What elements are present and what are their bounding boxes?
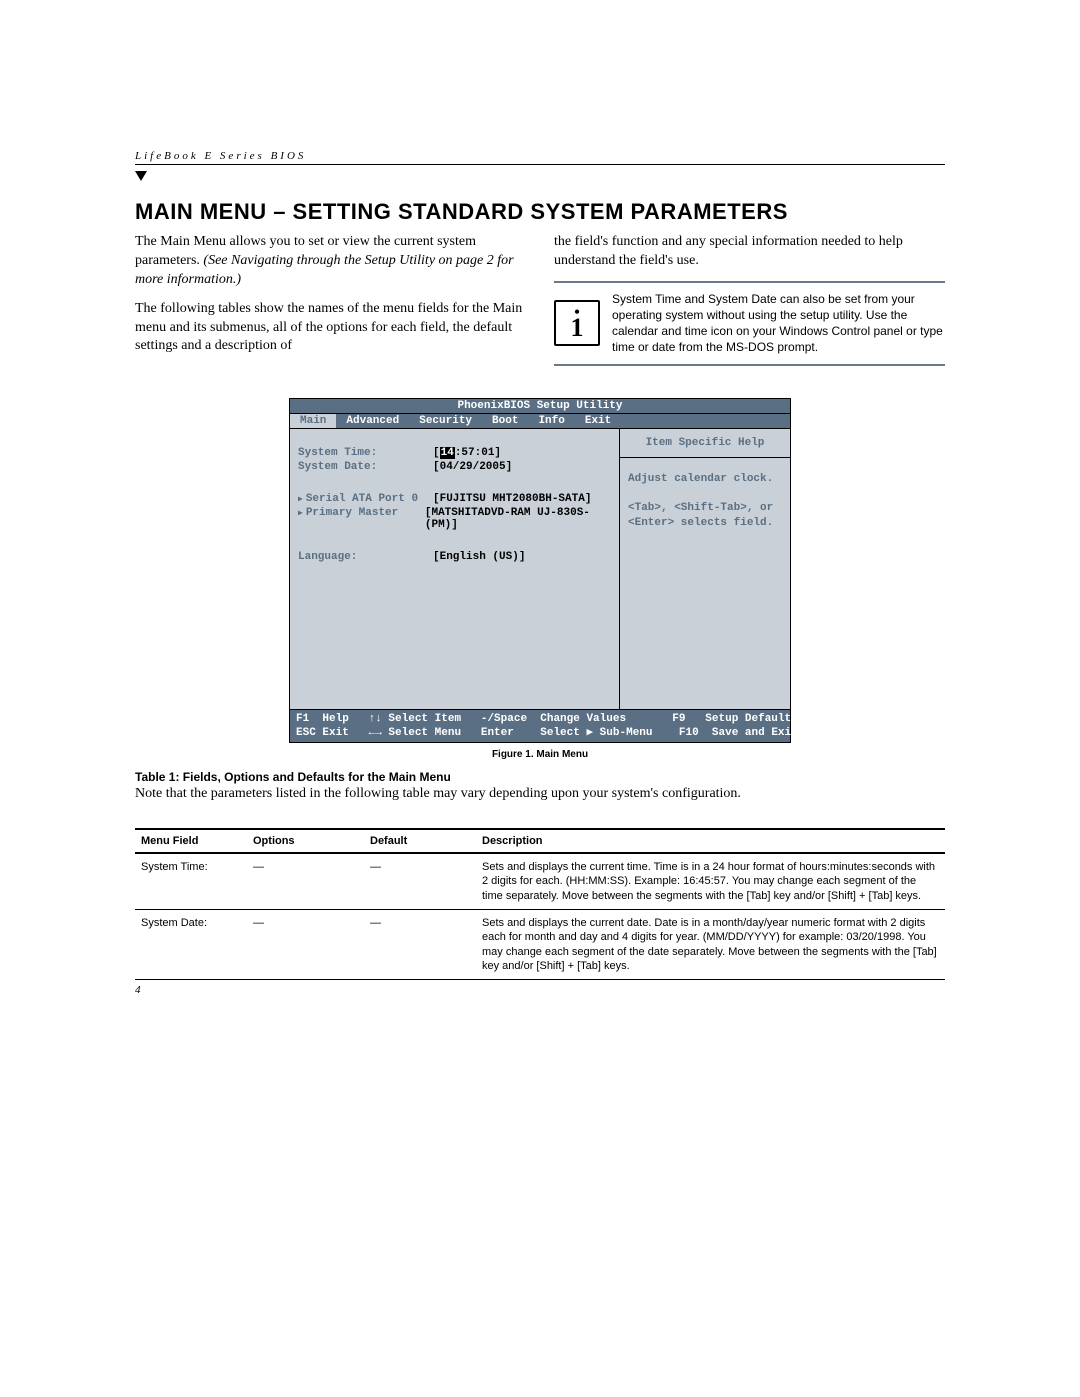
bios-f1: F1 Help (296, 712, 369, 726)
bios-sata-value: [FUJITSU MHT2080BH-SATA] (433, 493, 591, 505)
bios-help-pane: Item Specific Help Adjust calendar clock… (620, 429, 790, 709)
bios-lang-label: Language: (298, 551, 433, 563)
bios-menu-security: Security (409, 414, 482, 428)
bios-primary-value: [MATSHITADVD-RAM UJ-830S-(PM)] (425, 507, 611, 531)
bios-menu-info: Info (528, 414, 574, 428)
bios-esc: ESC Exit (296, 726, 369, 740)
cell-options: — (247, 910, 364, 980)
page-number: 4 (135, 984, 945, 996)
bios-left-pane: System Time: [14:57:01] System Date: [04… (290, 429, 620, 709)
bios-lang-value: [English (US)] (433, 551, 525, 563)
bios-menu-boot: Boot (482, 414, 528, 428)
cell-default: — (364, 910, 476, 980)
cell-field: System Time: (135, 853, 247, 909)
cell-options: — (247, 853, 364, 909)
bios-date-value: [04/29/2005] (433, 461, 512, 473)
bios-screenshot: PhoenixBIOS Setup Utility Main Advanced … (289, 398, 791, 744)
th-default: Default (364, 829, 476, 853)
figure-caption: Figure 1. Main Menu (135, 749, 945, 760)
bios-menu-exit: Exit (575, 414, 621, 428)
bios-enter: Enter Select ▶ Sub-Menu (481, 726, 679, 740)
th-menu-field: Menu Field (135, 829, 247, 853)
cell-field: System Date: (135, 910, 247, 980)
bios-help-line2: <Tab>, <Shift-Tab>, or <Enter> selects f… (628, 501, 782, 532)
intro-p3: the field's function and any special inf… (554, 233, 945, 271)
main-table: Menu Field Options Default Description S… (135, 828, 945, 980)
bios-time-label: System Time: (298, 447, 433, 459)
cell-desc: Sets and displays the current time. Time… (476, 853, 945, 909)
note-box: 1 System Time and System Date can also b… (554, 281, 945, 366)
left-column: The Main Menu allows you to set or view … (135, 233, 526, 370)
bios-select-menu: ←→ Select Menu (369, 726, 481, 740)
note-text: System Time and System Date can also be … (612, 291, 945, 356)
bios-time-value: [14:57:01] (433, 447, 501, 459)
bios-change-values: -/Space Change Values (481, 712, 672, 726)
table-note: Note that the parameters listed in the f… (135, 786, 945, 802)
note-rule-bottom (554, 364, 945, 366)
bios-footer: F1 Help ↑↓ Select Item -/Space Change Va… (290, 709, 790, 743)
bios-sata-label: Serial ATA Port 0 (298, 493, 433, 505)
intro-p1: The Main Menu allows you to set or view … (135, 233, 526, 290)
note-rule-top (554, 281, 945, 283)
bios-menu-bar: Main Advanced Security Boot Info Exit (290, 414, 790, 429)
page-title: MAIN MENU – SETTING STANDARD SYSTEM PARA… (135, 199, 945, 225)
bios-date-label: System Date: (298, 461, 433, 473)
bios-f10: F10 Save and Exit (679, 726, 798, 740)
th-description: Description (476, 829, 945, 853)
bios-menu-main: Main (290, 414, 336, 428)
intro-p2: The following tables show the names of t… (135, 300, 526, 357)
bios-title: PhoenixBIOS Setup Utility (290, 399, 790, 414)
bios-f9: F9 Setup Defaults (672, 712, 797, 726)
cell-default: — (364, 853, 476, 909)
header-rule (135, 164, 945, 165)
table-row: System Time: — — Sets and displays the c… (135, 853, 945, 909)
th-options: Options (247, 829, 364, 853)
table-title: Table 1: Fields, Options and Defaults fo… (135, 770, 945, 784)
table-row: System Date: — — Sets and displays the c… (135, 910, 945, 980)
bios-primary-label: Primary Master (298, 507, 425, 531)
bios-menu-advanced: Advanced (336, 414, 409, 428)
bios-help-line1: Adjust calendar clock. (628, 472, 782, 487)
section-marker-icon (135, 171, 147, 181)
bios-help-title: Item Specific Help (620, 429, 790, 458)
info-icon: 1 (554, 300, 600, 346)
cell-desc: Sets and displays the current date. Date… (476, 910, 945, 980)
bios-select-item: ↑↓ Select Item (369, 712, 481, 726)
right-column: the field's function and any special inf… (554, 233, 945, 370)
running-header: LifeBook E Series BIOS (135, 150, 945, 162)
